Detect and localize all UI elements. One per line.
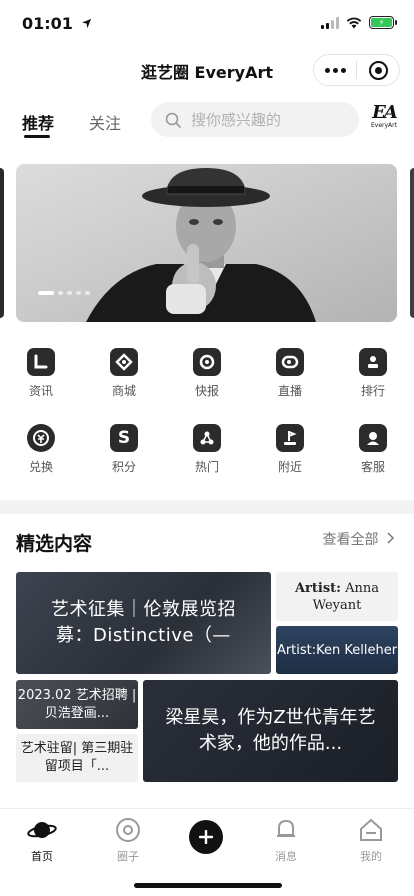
grid-item-hot[interactable]: 热门 [177,424,237,475]
points-icon: S [110,424,138,452]
search-placeholder: 搜你感兴趣的 [191,111,282,129]
category-grid: 资讯 商城 快报 直播 排行 兑换 S 积分 热门 附近 客服 [0,330,414,500]
carousel-indicator [38,291,90,295]
bulletin-icon [193,348,221,376]
grid-item-news[interactable]: 资讯 [11,348,71,399]
status-time: 01:01 [22,14,92,33]
service-icon [359,424,387,452]
more-button[interactable] [314,55,356,85]
grid-item-mall[interactable]: 商城 [94,348,154,399]
grid-item-nearby[interactable]: 附近 [260,424,320,475]
featured-card[interactable]: 艺术驻留| 第三期驻留项目「... [16,734,138,782]
bottom-tab-bar: 首页 圈子 消息 我的 [0,808,414,896]
status-bar: 01:01 ⚡ [0,0,414,48]
view-all-link[interactable]: 查看全部 [323,529,395,549]
active-tab-indicator [24,135,50,138]
location-arrow-icon [81,18,91,29]
previous-banner-peek[interactable] [0,168,4,318]
featured-card[interactable]: Artist:Ken Kelleher [276,626,398,674]
live-icon [276,348,304,376]
bell-icon [271,815,301,845]
grid-item-ranking[interactable]: 排行 [343,348,403,399]
featured-section: 精选内容 查看全部 艺术征集｜伦敦展览招募：Distinctive（— Arti… [0,514,414,808]
navigation-bar: 逛艺圈 EveryArt [0,48,414,92]
next-banner-peek[interactable] [410,168,414,318]
banner-slide[interactable] [16,164,397,322]
more-dots-icon [324,67,346,73]
nearby-icon [276,424,304,452]
grid-item-live[interactable]: 直播 [260,348,320,399]
everyart-logo[interactable]: EA EveryArt [371,104,398,130]
tab-follow[interactable]: 关注 [89,110,121,134]
battery-icon: ⚡ [369,16,397,29]
tab-mine[interactable]: 我的 [341,815,401,864]
exchange-icon [27,424,55,452]
top-tabs-bar: 推荐 关注 搜你感兴趣的 EA EveryArt [0,92,414,148]
grid-item-service[interactable]: 客服 [343,424,403,475]
plus-icon [199,830,213,844]
miniprogram-capsule [313,54,400,86]
search-icon [165,112,181,128]
banner-image [16,164,397,322]
cellular-signal-icon [321,16,339,29]
hot-icon [193,424,221,452]
tab-home[interactable]: 首页 [12,815,72,864]
tab-circle[interactable]: 圈子 [98,815,158,864]
circle-icon [113,815,143,845]
chevron-right-icon [387,532,395,544]
grid-item-bulletin[interactable]: 快报 [177,348,237,399]
mall-icon [110,348,138,376]
featured-title: 精选内容 [16,533,93,555]
featured-card[interactable]: 2023.02 艺术招聘 | 贝浩登画... [16,680,138,729]
target-close-icon [368,60,388,80]
banner-carousel [0,148,414,330]
featured-card[interactable]: Artist: Anna Weyant [276,572,398,621]
featured-card[interactable]: 梁星昊，作为Z世代青年艺术家，他的作品... [143,680,398,782]
battery-level: ⚡ [371,18,392,27]
wifi-icon [346,17,362,28]
house-icon [356,815,386,845]
tab-messages[interactable]: 消息 [256,815,316,864]
grid-item-exchange[interactable]: 兑换 [11,424,71,475]
search-input[interactable]: 搜你感兴趣的 [151,102,359,137]
grid-item-points[interactable]: S 积分 [94,424,154,475]
create-post-button[interactable] [189,820,223,854]
planet-icon [27,815,57,845]
tab-recommend[interactable]: 推荐 [22,110,54,134]
news-icon [27,348,55,376]
ranking-icon [359,348,387,376]
close-miniprogram-button[interactable] [357,55,399,85]
home-indicator [134,883,282,888]
featured-card[interactable]: 艺术征集｜伦敦展览招募：Distinctive（— [16,572,271,674]
